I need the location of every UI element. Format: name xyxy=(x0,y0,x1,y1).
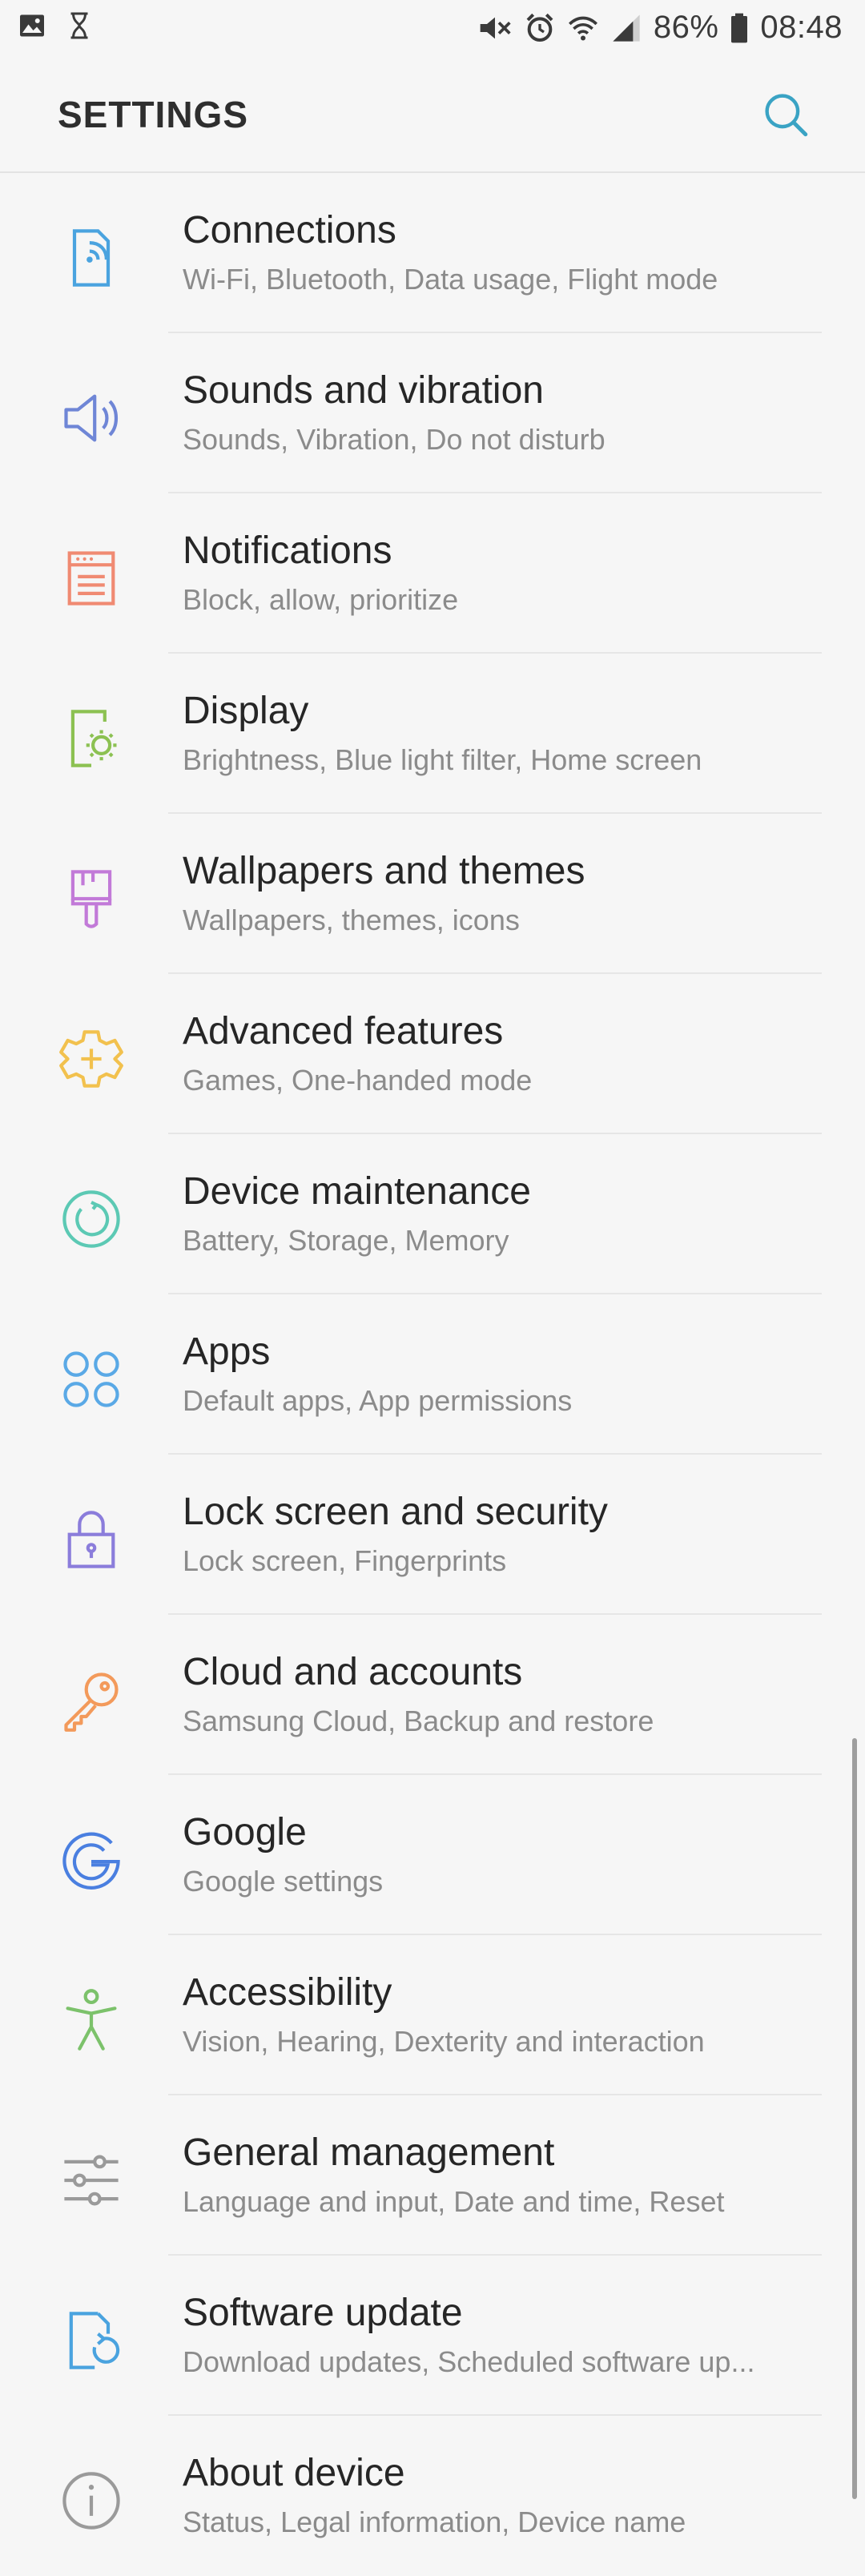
settings-item-device-maintenance[interactable]: Device maintenance Battery, Storage, Mem… xyxy=(0,1134,865,1294)
connections-icon xyxy=(72,229,111,287)
settings-item-wallpapers[interactable]: Wallpapers and themes Wallpapers, themes… xyxy=(0,814,865,974)
key-icon xyxy=(64,1672,119,1732)
display-icon xyxy=(70,710,117,767)
settings-item-accessibility[interactable]: Accessibility Vision, Hearing, Dexterity… xyxy=(0,1935,865,2095)
status-bar-right: 86% 08:48 xyxy=(477,10,843,46)
settings-item-label: Apps xyxy=(183,1330,271,1373)
settings-list: Connections Wi-Fi, Bluetooth, Data usage… xyxy=(0,173,865,2576)
battery-icon xyxy=(731,13,748,42)
settings-item-label: Device maintenance xyxy=(183,1170,531,1213)
settings-item-label: Wallpapers and themes xyxy=(183,850,585,892)
settings-item-summary: Sounds, Vibration, Do not disturb xyxy=(183,423,606,456)
settings-item-summary: Default apps, App permissions xyxy=(183,1384,573,1417)
accessibility-icon xyxy=(66,1989,117,2051)
settings-item-apps[interactable]: Apps Default apps, App permissions xyxy=(0,1294,865,1455)
software-update-icon xyxy=(69,2312,120,2369)
settings-item-summary: Download updates, Scheduled software up.… xyxy=(183,2345,755,2378)
settings-item-label: General management xyxy=(183,2131,555,2174)
scrollbar[interactable] xyxy=(852,1738,857,2499)
settings-item-software-update[interactable]: Software update Download updates, Schedu… xyxy=(0,2256,865,2416)
settings-item-summary: Status, Legal information, Device name xyxy=(183,2506,686,2538)
settings-item-summary: Lock screen, Fingerprints xyxy=(183,1544,507,1577)
settings-item-notifications[interactable]: Notifications Block, allow, prioritize xyxy=(0,493,865,654)
lock-icon xyxy=(67,1511,115,1568)
info-icon xyxy=(62,2472,120,2530)
settings-item-label: Sounds and vibration xyxy=(183,369,544,412)
maintenance-icon xyxy=(62,1190,120,1248)
settings-item-summary: Google settings xyxy=(183,1865,384,1898)
settings-item-connections[interactable]: Connections Wi-Fi, Bluetooth, Data usage… xyxy=(0,173,865,333)
settings-item-summary: Battery, Storage, Memory xyxy=(183,1224,509,1257)
wifi-icon xyxy=(568,16,597,40)
search-icon[interactable] xyxy=(759,88,812,141)
hourglass-icon xyxy=(70,12,88,39)
notifications-icon xyxy=(67,551,115,606)
sliders-icon xyxy=(64,2155,119,2206)
settings-item-label: Display xyxy=(183,690,309,732)
settings-item-summary: Wallpapers, themes, icons xyxy=(183,904,520,936)
settings-item-summary: Language and input, Date and time, Reset xyxy=(183,2185,725,2218)
battery-percent: 86% xyxy=(653,10,719,45)
settings-item-general-management[interactable]: General management Language and input, D… xyxy=(0,2095,865,2256)
settings-item-about-device[interactable]: About device Status, Legal information, … xyxy=(0,2416,865,2576)
gear-plus-icon xyxy=(59,1030,123,1088)
settings-item-label: About device xyxy=(183,2452,405,2494)
settings-item-label: Accessibility xyxy=(183,1971,392,2014)
settings-item-label: Google xyxy=(183,1811,307,1854)
settings-item-lock-screen[interactable]: Lock screen and security Lock screen, Fi… xyxy=(0,1455,865,1615)
settings-item-display[interactable]: Display Brightness, Blue light filter, H… xyxy=(0,654,865,814)
settings-item-sounds[interactable]: Sounds and vibration Sounds, Vibration, … xyxy=(0,333,865,493)
settings-item-summary: Brightness, Blue light filter, Home scre… xyxy=(183,743,702,776)
settings-item-cloud-accounts[interactable]: Cloud and accounts Samsung Cloud, Backup… xyxy=(0,1615,865,1775)
status-bar-left xyxy=(18,11,91,40)
settings-item-summary: Block, allow, prioritize xyxy=(183,583,459,616)
settings-item-advanced-features[interactable]: Advanced features Games, One-handed mode xyxy=(0,974,865,1134)
settings-item-google[interactable]: Google Google settings xyxy=(0,1775,865,1935)
google-icon xyxy=(62,1832,120,1890)
app-bar: SETTINGS xyxy=(0,61,865,173)
settings-item-label: Connections xyxy=(183,209,396,252)
apps-grid-icon xyxy=(63,1351,119,1407)
settings-item-label: Cloud and accounts xyxy=(183,1651,523,1693)
gallery-icon xyxy=(20,14,44,37)
status-bar: 86% 08:48 xyxy=(0,0,865,61)
settings-item-summary: Wi-Fi, Bluetooth, Data usage, Flight mod… xyxy=(183,263,718,296)
page-title: SETTINGS xyxy=(58,94,249,135)
clock: 08:48 xyxy=(760,10,843,45)
settings-item-label: Lock screen and security xyxy=(183,1491,608,1533)
settings-item-label: Advanced features xyxy=(183,1010,504,1053)
speaker-icon xyxy=(64,394,119,442)
mute-icon xyxy=(480,17,511,38)
brush-icon xyxy=(70,870,112,928)
settings-item-summary: Samsung Cloud, Backup and restore xyxy=(183,1705,654,1737)
settings-item-label: Software update xyxy=(183,2292,463,2334)
settings-item-summary: Games, One-handed mode xyxy=(183,1064,533,1097)
signal-icon xyxy=(613,14,640,42)
settings-item-label: Notifications xyxy=(183,529,392,572)
settings-item-summary: Vision, Hearing, Dexterity and interacti… xyxy=(183,2025,705,2058)
alarm-icon xyxy=(526,13,553,42)
